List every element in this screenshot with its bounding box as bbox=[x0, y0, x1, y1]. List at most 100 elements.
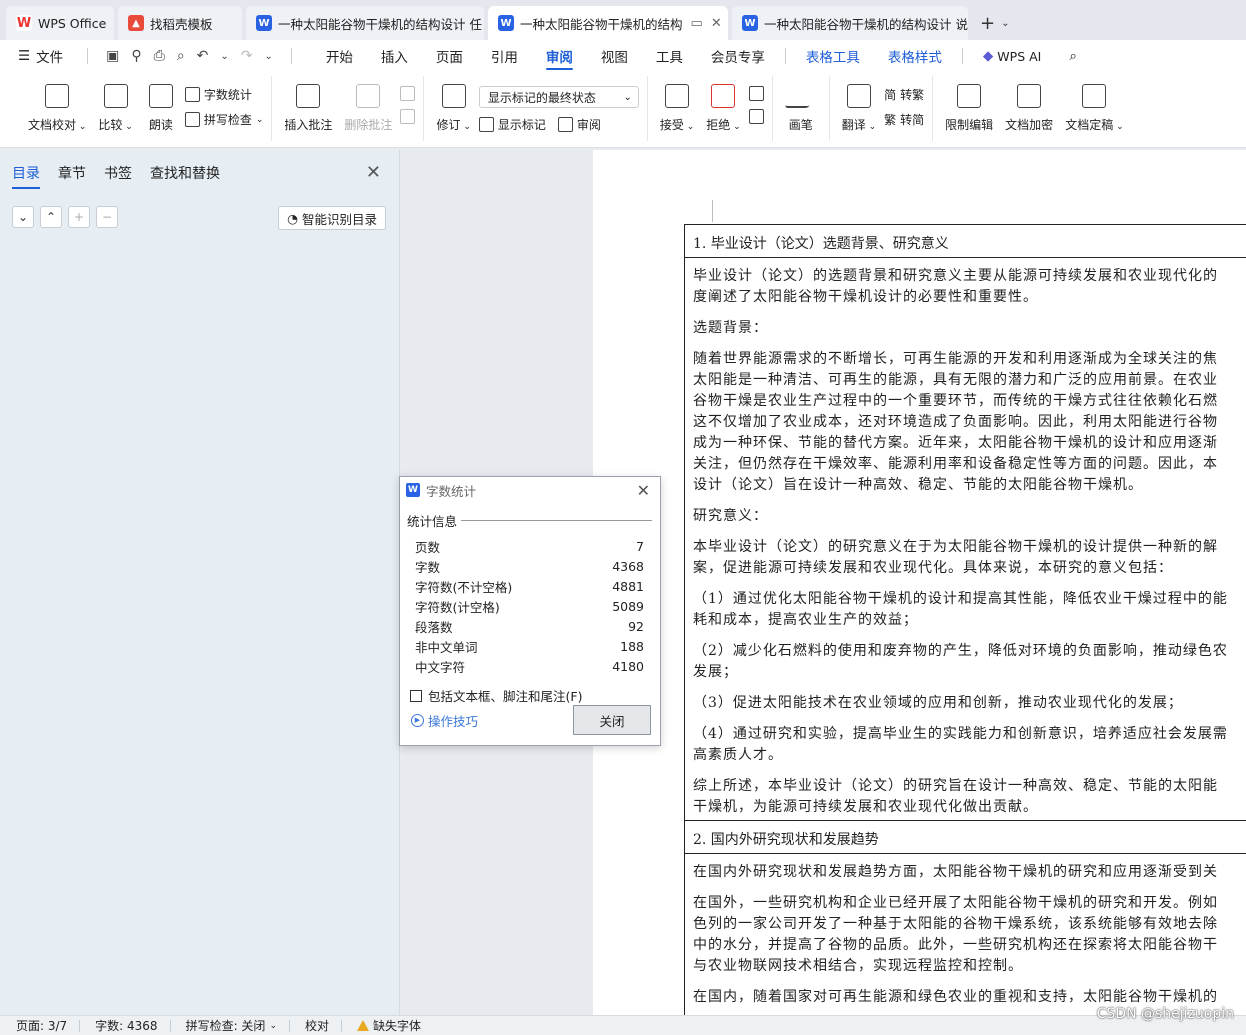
add-icon[interactable]: + bbox=[68, 206, 90, 228]
finalize-button[interactable]: 文档定稿 bbox=[1061, 84, 1127, 133]
read-aloud-button[interactable]: 朗读 bbox=[141, 84, 181, 133]
tab-doc-1[interactable]: W 一种太阳能谷物干燥机的结构设计 任 bbox=[246, 6, 484, 40]
checkbox-box[interactable] bbox=[410, 689, 422, 702]
more-icon[interactable]: ⌄ bbox=[265, 51, 273, 62]
divider bbox=[290, 48, 292, 64]
missing-font-label: 缺失字体 bbox=[373, 1019, 422, 1033]
nav-tabs: 目录 章节 书签 查找和替换 bbox=[0, 150, 399, 196]
menu-reference[interactable]: 引用 bbox=[477, 40, 532, 72]
word-count-button[interactable]: 字数统计 bbox=[184, 86, 264, 103]
delete-comment-icon bbox=[356, 84, 381, 108]
tab-find-replace[interactable]: 查找和替换 bbox=[150, 163, 220, 183]
tab-doc-2[interactable]: W 一种太阳能谷物干燥机的结构 ▭ ✕ bbox=[488, 6, 728, 40]
stat-label: 非中文单词 bbox=[415, 639, 478, 655]
divider bbox=[784, 48, 786, 64]
revise-button[interactable]: 修订 bbox=[432, 84, 474, 133]
delete-comment-button[interactable]: 删除批注 bbox=[340, 84, 396, 133]
document-page[interactable]: 1. 毕业设计（论文）选题背景、研究意义 毕业设计（论文）的选题背景和研究意义主… bbox=[593, 150, 1246, 1015]
to-traditional-label: 转繁 bbox=[900, 88, 925, 102]
close-icon[interactable]: ✕ bbox=[711, 16, 722, 31]
reject-button[interactable]: 拒绝 bbox=[702, 84, 744, 133]
doc-line: 耗和成本，提高农业生产的效益； bbox=[693, 612, 918, 628]
accept-button[interactable]: 接受 bbox=[656, 84, 698, 133]
include-footnotes-checkbox[interactable]: 包括文本框、脚注和尾注(F) bbox=[400, 676, 660, 705]
tab-toc[interactable]: 目录 bbox=[12, 163, 40, 189]
markup-select[interactable]: 显示标记的最终状态 ⌄ bbox=[478, 86, 639, 108]
expand-down-icon[interactable]: ⌄ bbox=[12, 206, 34, 228]
show-markup-button[interactable]: 显示标记 bbox=[478, 116, 546, 133]
dialog-titlebar[interactable]: W 字数统计 bbox=[400, 477, 660, 503]
ink-button[interactable]: 画笔 bbox=[781, 84, 821, 133]
menu-vip[interactable]: 会员专享 bbox=[697, 40, 779, 72]
redo-icon[interactable]: ↷ bbox=[241, 48, 253, 64]
stat-label: 段落数 bbox=[415, 619, 453, 635]
doc-line: 高素质人才。 bbox=[693, 747, 783, 763]
close-pane-icon[interactable]: ✕ bbox=[366, 162, 381, 183]
close-dialog-button[interactable]: 关闭 bbox=[573, 705, 651, 735]
smart-toc-button[interactable]: ◔ 智能识别目录 bbox=[278, 206, 386, 230]
doc-line: 设计（论文）旨在设计一种高效、稳定、节能的太阳能谷物干燥机。 bbox=[693, 477, 1143, 493]
menu-page[interactable]: 页面 bbox=[422, 40, 477, 72]
doc-line: 发展； bbox=[693, 664, 738, 680]
table-cell-1[interactable]: 毕业设计（论文）的选题背景和研究意义主要从能源可持续发展和农业现代化的 度阐述了… bbox=[685, 258, 1246, 821]
compare-button[interactable]: 比较 bbox=[94, 84, 136, 133]
to-traditional-button[interactable]: 简转繁 bbox=[884, 86, 924, 103]
spell-check-indicator[interactable]: 拼写检查: 关闭 ⌄ bbox=[169, 1017, 289, 1034]
next-comment-button[interactable] bbox=[400, 109, 416, 124]
menu-review[interactable]: 审阅 bbox=[532, 40, 587, 72]
minus-icon[interactable]: − bbox=[96, 206, 118, 228]
to-simplified-button[interactable]: 繁转简 bbox=[884, 111, 924, 128]
undo-icon[interactable]: ↶ bbox=[197, 48, 209, 64]
print-preview-icon[interactable]: ⌕ bbox=[177, 48, 185, 64]
tab-sections[interactable]: 章节 bbox=[58, 163, 86, 183]
translate-button[interactable]: 翻译 bbox=[838, 84, 880, 133]
tips-link[interactable]: ▶ 操作技巧 bbox=[411, 711, 478, 730]
prev-change-button[interactable] bbox=[748, 86, 764, 101]
save-icon[interactable]: ▣ bbox=[106, 48, 119, 64]
tab-doc-3[interactable]: W 一种太阳能谷物干燥机的结构设计 说 bbox=[732, 6, 968, 40]
menu-table-tools[interactable]: 表格工具 bbox=[792, 40, 874, 72]
word-count-indicator[interactable]: 字数: 4368 bbox=[79, 1017, 169, 1034]
chevron-down-icon[interactable]: ⌄ bbox=[220, 51, 228, 62]
new-tab-button[interactable]: + ⌄ bbox=[972, 6, 1017, 40]
print-icon[interactable]: ⎙ bbox=[154, 48, 165, 64]
ribbon-group-comments: 插入批注 删除批注 bbox=[272, 76, 425, 141]
review-pane-button[interactable]: 审阅 bbox=[557, 116, 601, 133]
table-heading-row[interactable]: 2. 国内外研究现状和发展趋势 bbox=[685, 821, 1246, 854]
page-indicator[interactable]: 页面: 3/7 bbox=[0, 1017, 79, 1034]
screen-icon[interactable]: ▭ bbox=[691, 16, 703, 31]
menu-table-style[interactable]: 表格样式 bbox=[874, 40, 956, 72]
search-button[interactable]: ⌕ bbox=[1055, 40, 1091, 72]
spell-check-button[interactable]: 拼写检查 ⌄ bbox=[184, 111, 263, 128]
doc-line: 在国外，一些研究机构和企业已经开展了太阳能谷物干燥机的研究和开发。例如 bbox=[693, 895, 1218, 911]
menu-start[interactable]: 开始 bbox=[312, 40, 367, 72]
file-menu[interactable]: ☰ 文件 bbox=[0, 40, 77, 72]
doc-check-button[interactable]: 文档校对 bbox=[24, 84, 90, 133]
collapse-up-icon[interactable]: ⌃ bbox=[40, 206, 62, 228]
table-cell-2[interactable]: 在国内外研究现状和发展趋势方面，太阳能谷物干燥机的研究和应用逐渐受到关 在国外，… bbox=[685, 854, 1246, 1008]
pen-icon bbox=[784, 84, 818, 108]
insert-comment-button[interactable]: 插入批注 bbox=[280, 84, 336, 133]
document-table[interactable]: 1. 毕业设计（论文）选题背景、研究意义 毕业设计（论文）的选题背景和研究意义主… bbox=[684, 224, 1246, 1015]
doc-line: （1）通过优化太阳能谷物干燥机的设计和提高其性能，降低农业干燥过程中的能 bbox=[693, 591, 1228, 607]
chevron-down-icon: ⌄ bbox=[269, 1020, 277, 1031]
prev-comment-button[interactable] bbox=[400, 86, 416, 101]
word-doc-icon: W bbox=[498, 15, 514, 31]
prev-comment-icon bbox=[400, 86, 416, 101]
next-change-button[interactable] bbox=[748, 109, 764, 124]
wps-ai-button[interactable]: ◆ WPS AI bbox=[969, 40, 1055, 72]
menu-tools[interactable]: 工具 bbox=[642, 40, 697, 72]
menu-insert[interactable]: 插入 bbox=[367, 40, 422, 72]
encrypt-button[interactable]: 文档加密 bbox=[1001, 84, 1057, 133]
doc-line: 与农业物联网技术相结合，实现远程监控和控制。 bbox=[693, 958, 1023, 974]
tab-wps-office[interactable]: W WPS Office bbox=[6, 6, 114, 40]
close-icon[interactable]: ✕ bbox=[637, 481, 650, 500]
share-icon[interactable]: ⚲ bbox=[131, 48, 141, 64]
tab-template[interactable]: ▲ 找稻壳模板 bbox=[118, 6, 242, 40]
restrict-edit-button[interactable]: 限制编辑 bbox=[941, 84, 997, 133]
proof-indicator[interactable]: 校对 bbox=[288, 1017, 341, 1034]
table-heading-row[interactable]: 1. 毕业设计（论文）选题背景、研究意义 bbox=[685, 225, 1246, 258]
tab-bookmarks[interactable]: 书签 bbox=[104, 163, 132, 183]
missing-font-indicator[interactable]: 缺失字体 bbox=[341, 1017, 433, 1034]
menu-view[interactable]: 视图 bbox=[587, 40, 642, 72]
